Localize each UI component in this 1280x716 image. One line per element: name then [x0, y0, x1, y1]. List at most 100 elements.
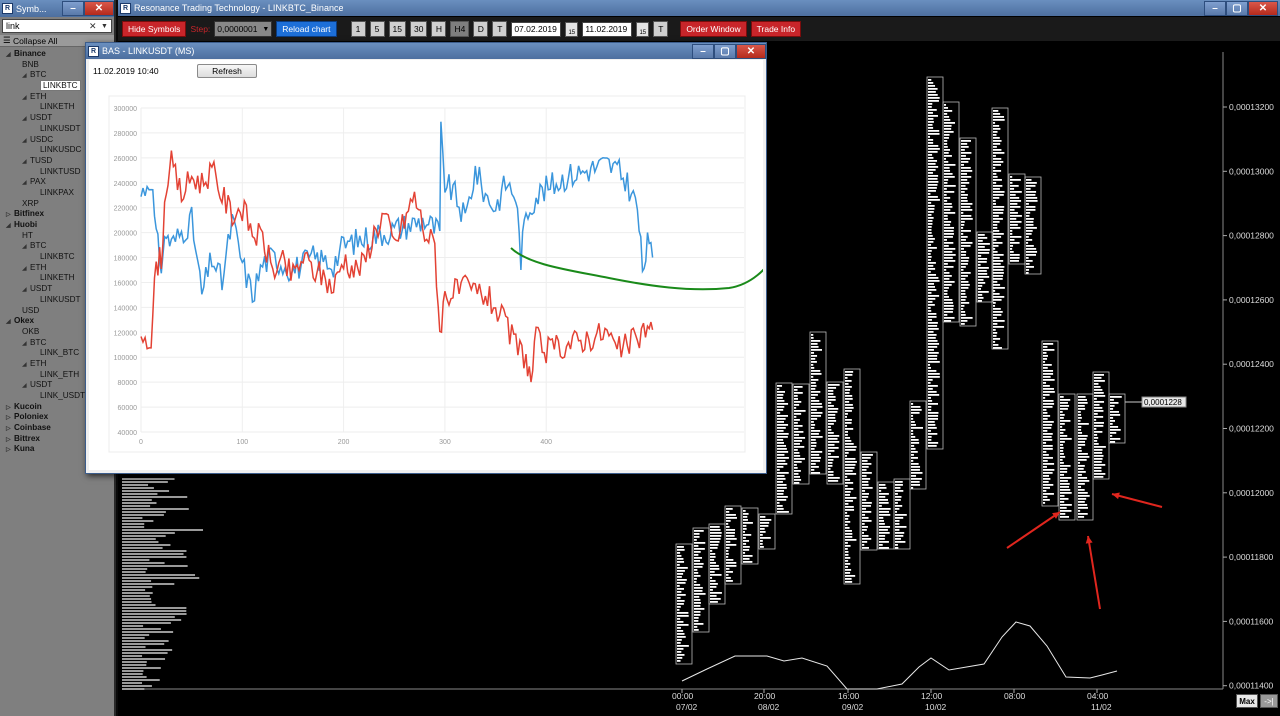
- profile-bar: [1043, 493, 1054, 495]
- tf-button-5[interactable]: 5: [369, 21, 385, 37]
- tf-button-30[interactable]: 30: [409, 21, 428, 37]
- volume-histogram-bar: [122, 529, 204, 531]
- close-icon[interactable]: ✕: [1248, 0, 1278, 16]
- tree-item-label: Huobi: [14, 220, 38, 229]
- profile-bar: [1110, 423, 1113, 425]
- profile-bar: [710, 556, 716, 558]
- tf-button-t[interactable]: T: [492, 21, 508, 37]
- profile-bar: [811, 340, 821, 342]
- date-t-button[interactable]: T: [653, 21, 669, 37]
- profile-bar: [677, 591, 682, 593]
- profile-bar: [694, 596, 700, 598]
- maximize-icon[interactable]: ▢: [1226, 0, 1248, 16]
- symbols-titlebar[interactable]: R Symb... – ✕: [0, 0, 114, 17]
- profile-bar: [828, 426, 831, 428]
- profile-bar: [993, 326, 1005, 328]
- close-icon[interactable]: ✕: [84, 1, 114, 16]
- minimize-icon[interactable]: –: [692, 43, 714, 59]
- profile-bar: [911, 418, 914, 420]
- profile-bar: [811, 427, 815, 429]
- profile-bar: [677, 579, 687, 581]
- main-toolbar: Hide Symbols Step: 0,0000001 ▼ Reload ch…: [118, 17, 1280, 41]
- trade-info-button[interactable]: Trade Info: [750, 21, 802, 37]
- profile-bar: [811, 454, 820, 456]
- order-window-button[interactable]: Order Window: [680, 21, 747, 37]
- profile-bar: [978, 261, 987, 263]
- tf-button-d[interactable]: D: [473, 21, 489, 37]
- calendar-icon[interactable]: 15: [565, 21, 579, 37]
- profile-bar: [1043, 376, 1051, 378]
- profile-bar: [1110, 420, 1116, 422]
- profile-bar: [928, 358, 938, 360]
- hide-symbols-button[interactable]: Hide Symbols: [122, 21, 187, 37]
- main-titlebar[interactable]: R Resonance Trading Technology - LINKBTC…: [118, 0, 1280, 16]
- profile-bar: [1094, 374, 1104, 376]
- profile-bar: [1110, 432, 1117, 434]
- profile-bar: [726, 553, 729, 555]
- maximize-icon[interactable]: ▢: [714, 43, 736, 59]
- profile-bar: [1043, 355, 1048, 357]
- max-button[interactable]: Max: [1236, 694, 1258, 708]
- profile-bar: [811, 460, 821, 462]
- profile-bar: [895, 541, 906, 543]
- tf-button-h4[interactable]: H4: [450, 21, 470, 37]
- date-from-input[interactable]: 07.02.2019: [511, 21, 562, 37]
- profile-bar: [961, 278, 966, 280]
- profile-bar: [828, 435, 840, 437]
- profile-bar: [862, 460, 868, 462]
- profile-bar: [828, 393, 834, 395]
- profile-bar: [828, 396, 836, 398]
- profile-bar: [811, 397, 816, 399]
- profile-bar: [1094, 440, 1098, 442]
- profile-bar: [978, 297, 984, 299]
- profile-bar: [694, 599, 701, 601]
- minimize-icon[interactable]: –: [1204, 0, 1226, 16]
- profile-bar: [944, 272, 950, 274]
- search-dropdown-icon[interactable]: ▼: [101, 23, 111, 30]
- profile-bar: [1043, 478, 1051, 480]
- volume-histogram-bar: [122, 634, 150, 636]
- profile-bar: [726, 511, 730, 513]
- profile-bar: [1110, 405, 1115, 407]
- profile-bar: [845, 548, 848, 550]
- volume-histogram-bar: [122, 571, 146, 573]
- profile-bar: [895, 481, 903, 483]
- symbol-search-input[interactable]: link ✕ ▼: [2, 19, 112, 33]
- profile-bar: [845, 482, 854, 484]
- profile-bar: [1026, 245, 1034, 247]
- tf-button-15[interactable]: 15: [388, 21, 406, 37]
- profile-bar: [811, 364, 814, 366]
- profile-bar: [710, 541, 720, 543]
- y-tick-label: 40000: [118, 430, 138, 437]
- profile-bar: [961, 185, 966, 187]
- profile-bar: [794, 443, 800, 445]
- date-to-input[interactable]: 11.02.2019: [582, 21, 633, 37]
- profile-bar: [993, 185, 1003, 187]
- calendar-icon[interactable]: 15: [636, 21, 650, 37]
- profile-bar: [1078, 441, 1085, 443]
- profile-bar: [961, 152, 972, 154]
- tf-button-h[interactable]: H: [431, 21, 447, 37]
- bas-titlebar[interactable]: R BAS - LINKUSDT (MS) – ▢ ✕: [86, 43, 766, 59]
- clear-search-icon[interactable]: ✕: [89, 21, 101, 32]
- scroll-to-end-button[interactable]: ->|: [1260, 694, 1278, 708]
- profile-bar: [1043, 358, 1048, 360]
- reload-chart-button[interactable]: Reload chart: [276, 21, 337, 37]
- minimize-icon[interactable]: –: [62, 1, 84, 16]
- tf-button-1[interactable]: 1: [350, 21, 366, 37]
- profile-bar: [928, 412, 939, 414]
- profile-bar: [694, 611, 701, 613]
- profile-bar: [944, 185, 956, 187]
- profile-bar: [928, 157, 934, 159]
- profile-bar: [845, 563, 851, 565]
- step-select[interactable]: 0,0000001 ▼: [214, 21, 273, 37]
- profile-bar: [1043, 496, 1048, 498]
- profile-bar: [944, 209, 951, 211]
- close-icon[interactable]: ✕: [736, 43, 766, 59]
- refresh-button[interactable]: Refresh: [197, 64, 257, 78]
- profile-bar: [845, 530, 852, 532]
- profile-bar: [677, 618, 681, 620]
- profile-bar: [1110, 411, 1119, 413]
- profile-bar: [1010, 248, 1013, 250]
- expand-arrow-icon[interactable]: ▷: [6, 445, 14, 456]
